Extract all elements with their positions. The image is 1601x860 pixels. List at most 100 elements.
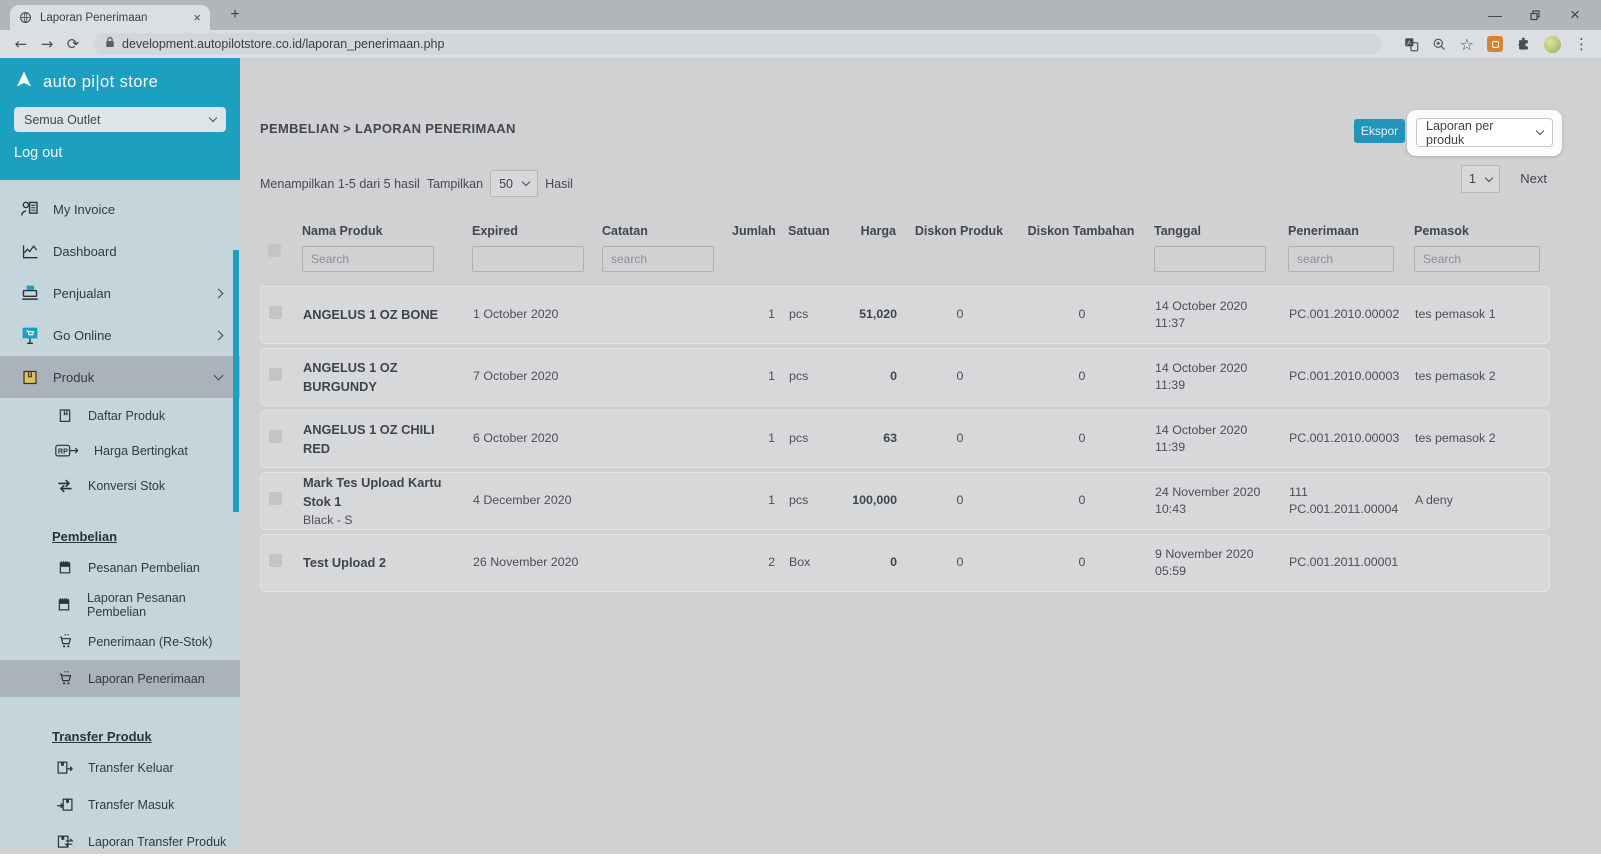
cell-satuan: pcs — [789, 306, 831, 323]
back-icon[interactable]: ← — [8, 32, 34, 56]
col-diskon-produk: Diskon Produk — [910, 220, 1008, 238]
col-nama-produk: Nama Produk — [302, 220, 458, 272]
browser-tab[interactable]: Laporan Penerimaan × — [10, 5, 210, 30]
sidebar-item-label: My Invoice — [53, 202, 115, 217]
sidebar-item-konversi-stok[interactable]: Konversi Stok — [0, 468, 240, 503]
export-button[interactable]: Ekspor — [1354, 119, 1405, 143]
box-swap-arrows-icon — [55, 834, 75, 850]
col-diskon-tambahan: Diskon Tambahan — [1022, 220, 1140, 238]
arrow-into-box-icon — [55, 797, 75, 813]
bookmark-star-icon[interactable]: ☆ — [1460, 35, 1474, 54]
sidebar-item-label: Konversi Stok — [88, 479, 165, 493]
address-bar[interactable]: development.autopilotstore.co.id/laporan… — [94, 33, 1382, 55]
shopping-extension-icon[interactable] — [1487, 36, 1503, 52]
outlet-select[interactable]: Semua Outlet — [14, 107, 226, 132]
page-number-select[interactable]: 1 — [1461, 165, 1500, 193]
browser-toolbar: ← → ⟳ development.autopilotstore.co.id/l… — [0, 30, 1601, 58]
sidebar: auto pi|ot store Semua Outlet Log out My… — [0, 58, 240, 848]
nama-produk-search-input[interactable] — [302, 246, 434, 272]
sidebar-item-label: Transfer Masuk — [88, 798, 174, 812]
pemasok-search-input[interactable] — [1414, 246, 1540, 272]
price-tag-rp-icon: RP — [55, 443, 81, 459]
sidebar-item-pesanan-pembelian[interactable]: Pesanan Pembelian — [0, 549, 240, 586]
sidebar-item-laporan-pesanan-pembelian[interactable]: Laporan Pesanan Pembelian — [0, 586, 240, 623]
row-checkbox[interactable] — [269, 554, 282, 567]
table-header: Nama Produk Expired Catatan Jumlah Satua… — [260, 218, 1550, 272]
row-checkbox[interactable] — [269, 492, 282, 505]
next-page-link[interactable]: Next — [1520, 171, 1547, 186]
product-box-icon — [20, 369, 40, 386]
cell-tanggal: 9 November 202005:59 — [1155, 546, 1275, 581]
sidebar-item-harga-bertingkat[interactable]: RP Harga Bertingkat — [0, 433, 240, 468]
extensions-puzzle-icon[interactable] — [1516, 37, 1531, 52]
sidebar-item-my-invoice[interactable]: My Invoice — [0, 188, 240, 230]
tab-close-icon[interactable]: × — [193, 11, 201, 24]
cell-pemasok: A deny — [1415, 492, 1539, 509]
reload-icon[interactable]: ⟳ — [60, 32, 86, 56]
expired-search-input[interactable] — [472, 246, 584, 272]
sidebar-item-transfer-masuk[interactable]: Transfer Masuk — [0, 786, 240, 823]
new-tab-button[interactable]: + — [224, 4, 246, 26]
sidebar-section-pembelian[interactable]: Pembelian — [0, 523, 240, 549]
select-all-checkbox[interactable] — [268, 244, 281, 257]
forward-icon[interactable]: → — [34, 32, 60, 56]
cell-diskon-tambahan: 0 — [1023, 430, 1141, 447]
sidebar-item-penerimaan-restok[interactable]: Penerimaan (Re-Stok) — [0, 623, 240, 660]
close-icon[interactable]: × — [1555, 0, 1595, 30]
chevron-down-icon — [214, 371, 224, 381]
cell-expired: 4 December 2020 — [473, 492, 589, 509]
product-list-icon — [55, 408, 75, 424]
cell-diskon-produk: 0 — [911, 306, 1009, 323]
cell-expired: 1 October 2020 — [473, 306, 589, 323]
penerimaan-search-input[interactable] — [1288, 246, 1394, 272]
restore-icon[interactable] — [1515, 0, 1555, 30]
sidebar-item-go-online[interactable]: Go Online — [0, 314, 240, 356]
menu-kebab-icon[interactable]: ⋮ — [1574, 35, 1589, 53]
zoom-icon[interactable] — [1432, 37, 1447, 52]
table-row: ANGELUS 1 OZ BONE 1 October 2020 1 pcs 5… — [260, 286, 1550, 344]
cell-satuan: pcs — [789, 430, 831, 447]
sidebar-scrollbar-thumb[interactable] — [233, 250, 239, 512]
cell-diskon-produk: 0 — [911, 492, 1009, 509]
sidebar-item-produk[interactable]: Produk — [0, 356, 240, 398]
sidebar-item-label: Penjualan — [53, 286, 111, 301]
profile-avatar[interactable] — [1544, 36, 1561, 53]
cell-expired: 6 October 2020 — [473, 430, 589, 447]
cell-penerimaan: 111PC.001.2011.00004 — [1289, 484, 1401, 519]
logo-plane-icon — [14, 70, 34, 95]
translate-icon[interactable]: A — [1404, 37, 1419, 52]
row-checkbox[interactable] — [269, 368, 282, 381]
page-size-value: 50 — [499, 177, 515, 191]
logo-text: auto pi|ot store — [43, 73, 158, 92]
row-checkbox[interactable] — [269, 306, 282, 319]
report-type-select[interactable]: Laporan per produk — [1416, 118, 1553, 147]
minimize-icon[interactable]: — — [1475, 0, 1515, 30]
catatan-search-input[interactable] — [602, 246, 714, 272]
sidebar-item-daftar-produk[interactable]: Daftar Produk — [0, 398, 240, 433]
tampilkan-label: Tampilkan — [427, 177, 483, 191]
col-jumlah: Jumlah — [732, 220, 774, 238]
lock-icon — [105, 35, 115, 53]
cell-penerimaan: PC.001.2010.00002 — [1289, 306, 1401, 323]
cell-nama-produk: ANGELUS 1 OZ CHILI RED — [303, 420, 459, 458]
row-checkbox[interactable] — [269, 430, 282, 443]
cell-penerimaan: PC.001.2011.00001 — [1289, 554, 1401, 571]
showing-text: Menampilkan 1-5 dari 5 hasil — [260, 177, 420, 191]
page-size-select[interactable]: 50 — [490, 170, 538, 197]
sidebar-item-laporan-penerimaan[interactable]: Laporan Penerimaan — [0, 660, 240, 697]
col-penerimaan: Penerimaan — [1288, 220, 1400, 272]
tanggal-search-input[interactable] — [1154, 246, 1266, 272]
sidebar-section-transfer-produk[interactable]: Transfer Produk — [0, 723, 240, 749]
cash-register-icon — [20, 284, 40, 302]
table-row: ANGELUS 1 OZ CHILI RED 6 October 2020 1 … — [260, 410, 1550, 468]
sidebar-item-dashboard[interactable]: Dashboard — [0, 230, 240, 272]
sidebar-item-penjualan[interactable]: Penjualan — [0, 272, 240, 314]
receipts-table: Nama Produk Expired Catatan Jumlah Satua… — [260, 218, 1550, 596]
cell-expired: 26 November 2020 — [473, 554, 589, 571]
logout-link[interactable]: Log out — [14, 145, 226, 161]
results-summary: Menampilkan 1-5 dari 5 hasil Tampilkan 5… — [260, 170, 573, 197]
sidebar-item-transfer-keluar[interactable]: Transfer Keluar — [0, 749, 240, 786]
sidebar-item-label: Transfer Keluar — [88, 761, 174, 775]
col-catatan: Catatan — [602, 220, 718, 272]
cell-satuan: Box — [789, 554, 831, 571]
